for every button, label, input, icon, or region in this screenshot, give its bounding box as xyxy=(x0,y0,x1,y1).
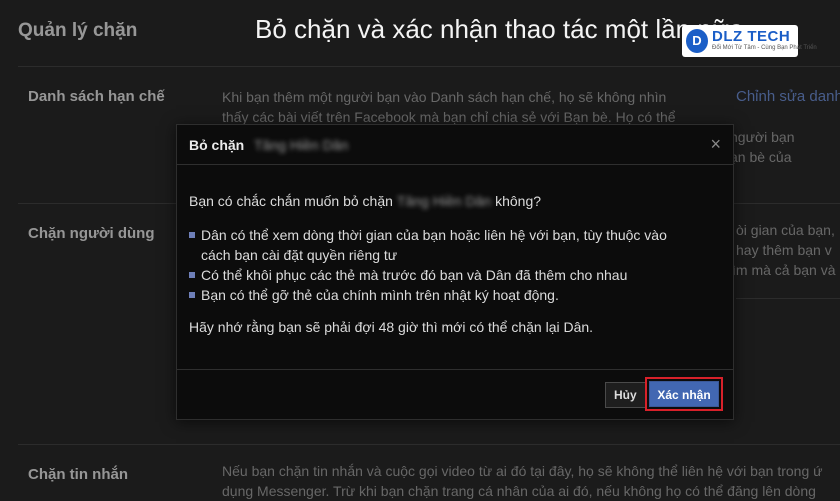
dialog-title-text: Bỏ chặn xyxy=(189,137,245,153)
question-suffix: không? xyxy=(495,193,542,209)
logo-tagline: Đổi Mới Từ Tâm - Cùng Bạn Phát Triển xyxy=(712,45,817,51)
list-item: Dân có thể xem dòng thời gian của bạn ho… xyxy=(189,225,721,245)
confirm-button[interactable]: Xác nhận xyxy=(649,381,719,407)
list-item: Có thể khôi phục các thẻ mà trước đó bạn… xyxy=(189,265,721,285)
dialog-footer: Hủy Xác nhận xyxy=(177,369,733,419)
dialog-header: Bỏ chặn Tăng Hiền Dân × xyxy=(177,125,733,165)
dialog-title: Bỏ chặn Tăng Hiền Dân xyxy=(189,137,348,153)
reblock-note: Hãy nhớ rằng bạn sẽ phải đợi 48 giờ thì … xyxy=(189,319,594,335)
unblock-dialog: Bỏ chặn Tăng Hiền Dân × Bạn có chắc chắn… xyxy=(176,124,734,420)
blurred-user-name: Tăng Hiền Dân xyxy=(396,193,492,209)
close-icon[interactable]: × xyxy=(710,134,721,155)
brand-logo: D DLZ TECH Đổi Mới Từ Tâm - Cùng Bạn Phá… xyxy=(682,25,817,57)
blurred-user-name: Tăng Hiền Dân xyxy=(254,137,349,153)
instruction-banner: Bỏ chặn và xác nhận thao tác một lần nữa xyxy=(255,14,744,44)
list-item: cách bạn cài đặt quyền riêng tư xyxy=(201,247,398,263)
logo-mark: D xyxy=(686,29,708,53)
logo-name: DLZ TECH xyxy=(712,28,791,45)
question-prefix: Bạn có chắc chắn muốn bỏ chặn xyxy=(189,193,393,209)
consequence-list: Dân có thể xem dòng thời gian của bạn ho… xyxy=(189,225,721,305)
dialog-body: Bạn có chắc chắn muốn bỏ chặn Tăng Hiền D… xyxy=(189,193,721,335)
list-item: Bạn có thể gỡ thẻ của chính mình trên nh… xyxy=(189,285,721,305)
cancel-button[interactable]: Hủy xyxy=(605,382,646,408)
confirm-question: Bạn có chắc chắn muốn bỏ chặn Tăng Hiền D… xyxy=(189,193,721,209)
